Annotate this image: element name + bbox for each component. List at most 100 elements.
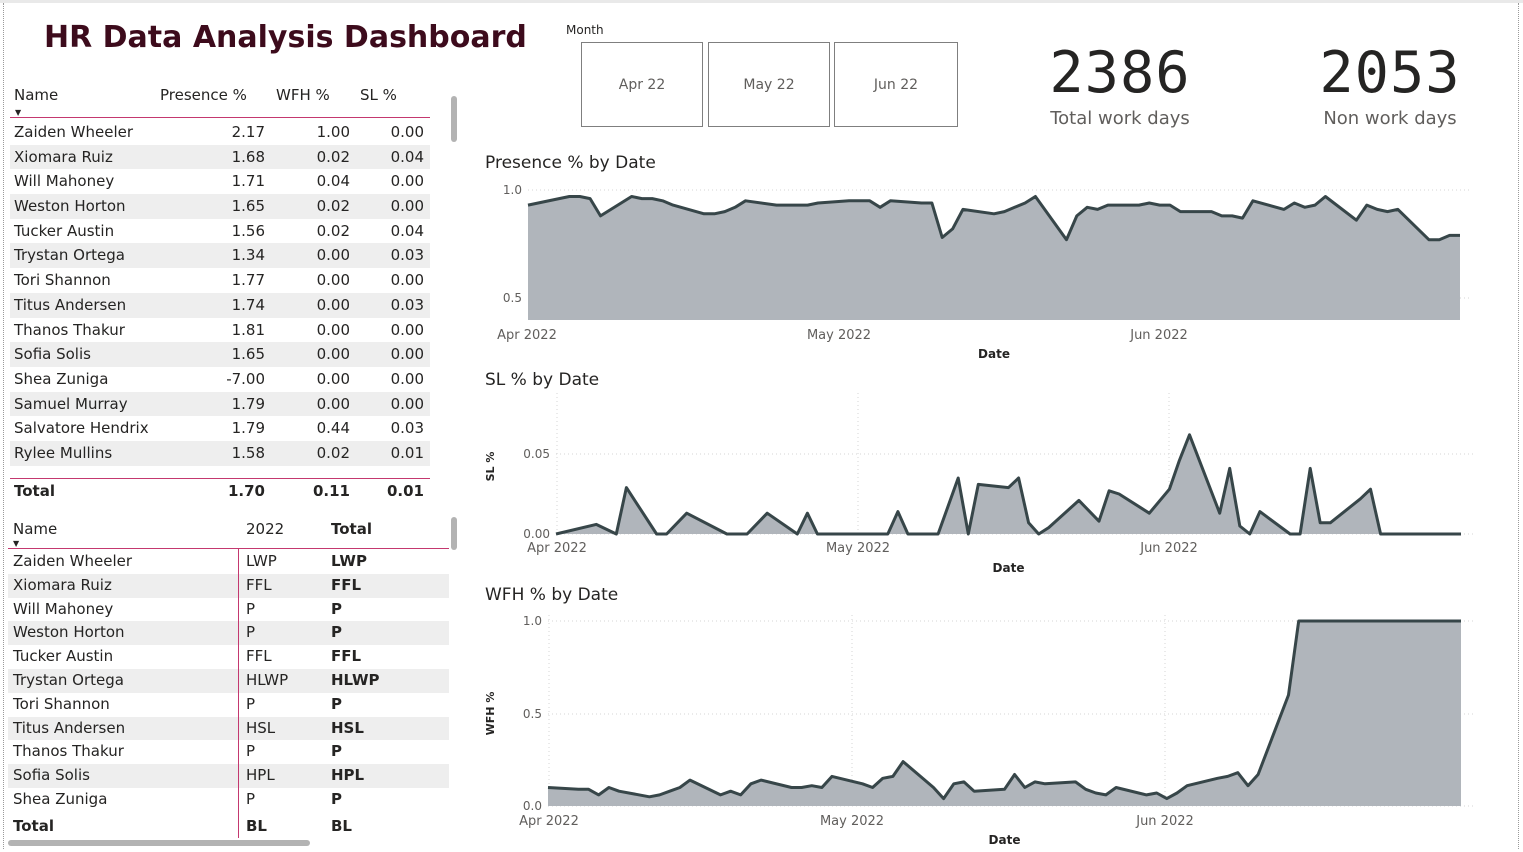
- table-row[interactable]: Thanos Thakur 1.81 0.00 0.00: [10, 318, 430, 343]
- cell-wfh: 0.04: [316, 172, 350, 191]
- total-total: BL: [331, 817, 352, 835]
- sort-desc-icon: ▼: [13, 539, 20, 548]
- cell-year: FFL: [246, 575, 272, 594]
- table-row[interactable]: Xiomara Ruiz FFL FFL: [8, 573, 449, 598]
- y-tick-label: 0.5: [503, 291, 522, 305]
- table-row[interactable]: Trystan Ortega 1.34 0.00 0.03: [10, 243, 430, 269]
- table-row[interactable]: Weston Horton 1.65 0.02 0.00: [10, 194, 430, 219]
- cell-presence: 1.74: [231, 295, 265, 314]
- table-row[interactable]: Titus Andersen 1.74 0.00 0.03: [10, 292, 430, 318]
- cell-sl: 0.00: [390, 345, 424, 364]
- leave-matrix-total: Total BL BL: [8, 814, 449, 838]
- cell-presence: 1.65: [231, 197, 265, 216]
- month-option-jun[interactable]: Jun 22: [834, 42, 958, 127]
- x-tick-label: Apr 2022: [519, 814, 579, 829]
- y-tick-label: 0.05: [523, 447, 550, 461]
- presence-table-scrollbar[interactable]: [451, 96, 457, 142]
- kpi-card-total-work-days: 2386 Total work days: [990, 36, 1250, 132]
- table-row[interactable]: Titus Andersen HSL HSL: [8, 716, 449, 741]
- cell-wfh: 0.00: [316, 394, 350, 413]
- cell-sl: 0.04: [390, 221, 424, 240]
- table-row[interactable]: Tucker Austin 1.56 0.02 0.04: [10, 219, 430, 244]
- x-tick-label: Apr 2022: [497, 328, 557, 343]
- chart-title: Presence % by Date: [485, 153, 656, 173]
- cell-name: Shea Zuniga: [13, 789, 108, 808]
- cell-presence: 1.56: [231, 221, 265, 240]
- y-tick-label: 1.0: [503, 183, 522, 197]
- col-header-year[interactable]: 2022: [246, 520, 284, 538]
- leave-matrix[interactable]: Name 2022 Total ▼ Zaiden Wheeler LWP LWP Xi…: [8, 512, 449, 838]
- table-row[interactable]: Shea Zuniga P P: [8, 788, 449, 812]
- col-header-wfh[interactable]: WFH %: [276, 86, 330, 104]
- cell-sl: 0.00: [390, 197, 424, 216]
- table-row[interactable]: Trystan Ortega HLWP HLWP: [8, 668, 449, 693]
- presence-table[interactable]: Name Presence % WFH % SL % ▼ Zaiden Whee…: [10, 84, 430, 504]
- cell-wfh: 0.02: [316, 147, 350, 166]
- cell-name: Xiomara Ruiz: [13, 575, 112, 594]
- kpi-label: Non work days: [1323, 108, 1457, 129]
- table-row[interactable]: Will Mahoney P P: [8, 598, 449, 622]
- table-row[interactable]: Zaiden Wheeler LWP LWP: [8, 550, 449, 574]
- table-row[interactable]: Rylee Mullins 1.58 0.02 0.01: [10, 440, 430, 466]
- x-axis-title: Date: [993, 561, 1025, 575]
- table-row[interactable]: Will Mahoney 1.71 0.04 0.00: [10, 169, 430, 194]
- cell-sl: 0.00: [390, 394, 424, 413]
- cell-total: HPL: [331, 766, 365, 785]
- cell-total: P: [331, 599, 342, 618]
- cell-name: Xiomara Ruiz: [14, 147, 113, 166]
- leave-matrix-vscrollbar[interactable]: [451, 517, 457, 550]
- x-tick-label: May 2022: [826, 541, 890, 556]
- wfh-chart-svg: WFH % by Date 1.0 0.5 0.0Apr 2022 May 2022 Ju…: [484, 585, 1473, 847]
- cell-total: HLWP: [331, 670, 380, 689]
- leave-matrix-hscrollbar[interactable]: [8, 840, 310, 846]
- x-tick-label: May 2022: [807, 328, 871, 343]
- column-divider: [238, 549, 239, 838]
- table-row[interactable]: Tori Shannon 1.77 0.00 0.00: [10, 268, 430, 293]
- table-row[interactable]: Weston Horton P P: [8, 621, 449, 646]
- month-option-may[interactable]: May 22: [708, 42, 830, 127]
- x-axis-title: Date: [989, 833, 1021, 847]
- table-row[interactable]: Samuel Murray 1.79 0.00 0.00: [10, 391, 430, 417]
- col-header-name[interactable]: Name: [13, 520, 57, 538]
- col-header-name[interactable]: Name: [14, 86, 58, 104]
- table-row[interactable]: Zaiden Wheeler 2.17 1.00 0.00: [10, 120, 430, 145]
- cell-name: Samuel Murray: [14, 394, 128, 413]
- cell-year: HPL: [246, 766, 275, 785]
- cell-total: HSL: [331, 718, 364, 737]
- presence-table-header: Name Presence % WFH % SL % ▼: [10, 84, 430, 118]
- table-row[interactable]: Sofia Solis 1.65 0.00 0.00: [10, 342, 430, 367]
- canvas-left-edge: [3, 3, 4, 849]
- table-row[interactable]: Tori Shannon P P: [8, 693, 449, 717]
- cell-sl: 0.00: [390, 123, 424, 141]
- cell-wfh: 0.00: [316, 271, 350, 290]
- cell-name: Weston Horton: [14, 197, 126, 216]
- x-tick-label: May 2022: [820, 814, 884, 829]
- table-row[interactable]: Shea Zuniga -7.00 0.00 0.00: [10, 367, 430, 392]
- wfh-chart[interactable]: WFH % by Date 1.0 0.5 0.0 Apr 2022 May 2022 Ju…: [475, 581, 1515, 849]
- table-row[interactable]: Tucker Austin FFL FFL: [8, 645, 449, 669]
- table-row[interactable]: Salvatore Hendrix 1.79 0.44 0.03: [10, 416, 430, 441]
- kpi-label: Total work days: [1050, 108, 1190, 129]
- cell-wfh: 0.00: [316, 320, 350, 339]
- table-row[interactable]: Thanos Thakur P P: [8, 740, 449, 764]
- cell-name: Tucker Austin: [13, 647, 114, 666]
- col-header-total[interactable]: Total: [331, 520, 372, 538]
- presence-chart[interactable]: Presence % by Date 1.0 0.5 Apr 2022 May 2022…: [475, 148, 1515, 363]
- sl-chart[interactable]: SL % by Date 0.05 0.00 Apr 2022 May 2022 Jun …: [475, 366, 1515, 578]
- cell-total: FFL: [331, 575, 362, 594]
- month-option-apr[interactable]: Apr 22: [581, 42, 703, 127]
- col-header-presence[interactable]: Presence %: [160, 86, 247, 104]
- cell-total: P: [331, 789, 342, 808]
- cell-wfh: 0.00: [316, 246, 350, 265]
- cell-name: Zaiden Wheeler: [13, 552, 133, 570]
- table-row[interactable]: Sofia Solis HPL HPL: [8, 764, 449, 788]
- cell-sl: 0.03: [390, 246, 424, 265]
- cell-year: P: [246, 694, 256, 713]
- table-row[interactable]: Xiomara Ruiz 1.68 0.02 0.04: [10, 144, 430, 170]
- cell-name: Shea Zuniga: [14, 369, 109, 388]
- page-title: HR Data Analysis Dashboard: [44, 20, 527, 55]
- cell-sl: 0.00: [390, 271, 424, 290]
- cell-wfh: 0.02: [316, 443, 350, 462]
- col-header-sl[interactable]: SL %: [360, 86, 397, 104]
- cell-name: Thanos Thakur: [13, 742, 124, 761]
